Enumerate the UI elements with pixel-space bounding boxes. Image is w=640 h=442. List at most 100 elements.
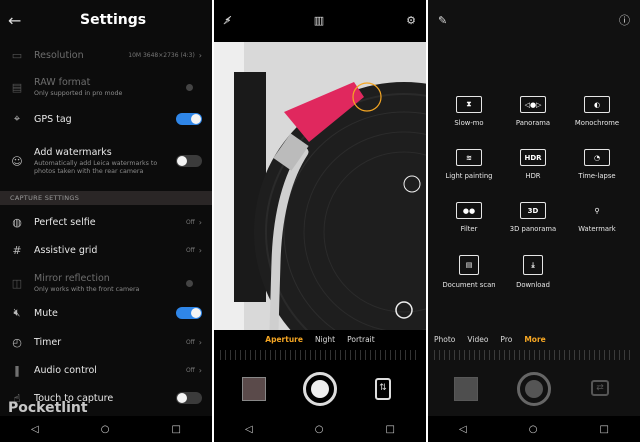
system-nav-bar: ◁ ○ □ [428, 416, 640, 442]
mode-aperture[interactable]: Aperture [265, 335, 303, 344]
filter-icon: ●● [456, 202, 482, 219]
tile-monochrome[interactable]: ◐ Monochrome [569, 96, 625, 127]
nav-back-icon[interactable]: ◁ [459, 424, 467, 435]
gps-toggle[interactable] [176, 113, 202, 125]
setting-label: Perfect selfie [34, 216, 96, 228]
mirror-icon: ◫ [11, 276, 23, 290]
setting-value: 10M 3648×2736 (4:3) [128, 51, 195, 59]
palette-icon: ◍ [12, 215, 22, 229]
arrow-left-icon[interactable]: ← [8, 11, 28, 30]
film-strip-icon[interactable]: ▥ [314, 14, 324, 27]
mute-toggle[interactable] [176, 307, 202, 319]
more-top-bar: ✎ ⓘ [428, 0, 640, 40]
audio-bars-icon: ‖ [14, 363, 20, 377]
turntable-photo [214, 42, 426, 330]
setting-mute[interactable]: 🔇︎ Mute [0, 302, 212, 324]
shutter-button[interactable] [517, 372, 551, 406]
tile-download[interactable]: ⤓ Download [505, 255, 561, 289]
tile-3d-panorama[interactable]: 3D 3D panorama [505, 202, 561, 233]
setting-audio-control[interactable]: ‖ Audio control Off › [0, 358, 212, 382]
hdr-icon: HDR [520, 149, 546, 166]
camera-mode-selector: Photo Video Pro More [428, 335, 640, 344]
nav-back-icon[interactable]: ◁ [245, 424, 253, 435]
chevron-right-icon: › [198, 50, 202, 60]
info-icon[interactable]: ⓘ [619, 12, 630, 28]
switch-camera-icon[interactable]: ⇅ [375, 378, 391, 400]
watermark-person-icon: ☺ [11, 154, 23, 168]
page-title: Settings [80, 12, 147, 28]
watermark-toggle[interactable] [176, 155, 202, 167]
tile-label: Slow-mo [454, 119, 484, 127]
mode-video[interactable]: Video [467, 335, 488, 344]
setting-mirror-reflection: ◫ Mirror reflection Only works with the … [0, 266, 212, 300]
tile-hdr[interactable]: HDR HDR [505, 149, 561, 180]
tile-label: Filter [460, 225, 478, 233]
mode-ruler [220, 350, 420, 360]
setting-label: Resolution [34, 49, 84, 61]
nav-recent-icon[interactable]: □ [386, 424, 395, 435]
setting-timer[interactable]: ◴ Timer Off › [0, 330, 212, 354]
setting-value: Off [185, 218, 195, 226]
monochrome-icon: ◐ [584, 96, 610, 113]
setting-assistive-grid[interactable]: # Assistive grid Off › [0, 238, 212, 262]
nav-recent-icon[interactable]: □ [172, 424, 181, 435]
setting-add-watermarks[interactable]: ☺ Add watermarks Automatically add Leica… [0, 136, 212, 186]
setting-description: Automatically add Leica watermarks to ph… [34, 159, 158, 175]
tile-label: Document scan [442, 281, 496, 289]
setting-label: Timer [34, 336, 62, 348]
tile-label: Watermark [578, 225, 616, 233]
chevron-right-icon: › [198, 217, 202, 227]
chevron-right-icon: › [198, 245, 202, 255]
nav-back-icon[interactable]: ◁ [31, 424, 39, 435]
mode-more[interactable]: More [524, 335, 545, 344]
tile-time-lapse[interactable]: ◔ Time-lapse [569, 149, 625, 180]
gear-icon[interactable]: ⚙︎ [406, 14, 416, 27]
camera-mode-selector: Aperture Night Portrait [214, 335, 426, 344]
nav-home-icon[interactable]: ○ [315, 424, 324, 435]
tile-filter[interactable]: ●● Filter [441, 202, 497, 233]
tile-document-scan[interactable]: ▤ Document scan [441, 255, 497, 289]
download-icon: ⤓ [523, 255, 543, 275]
gallery-thumbnail[interactable] [242, 377, 266, 401]
tile-label: HDR [525, 172, 541, 180]
light-painting-icon: ≋ [456, 149, 482, 166]
mode-photo[interactable]: Photo [434, 335, 455, 344]
tile-panorama[interactable]: ◁●▷ Panorama [505, 96, 561, 127]
section-header: CAPTURE SETTINGS [0, 191, 212, 205]
tile-light-painting[interactable]: ≋ Light painting [441, 149, 497, 180]
raw-icon: ▤ [11, 80, 23, 94]
mode-night[interactable]: Night [315, 335, 335, 344]
gallery-thumbnail[interactable] [454, 377, 478, 401]
mirror-toggle [176, 277, 202, 289]
setting-label: Add watermarks [34, 146, 112, 158]
edit-pencil-icon[interactable]: ✎ [438, 14, 447, 27]
mode-pro[interactable]: Pro [500, 335, 512, 344]
touch-capture-toggle[interactable] [176, 392, 202, 404]
hourglass-icon: ⧗ [456, 96, 482, 113]
tile-label: Time-lapse [578, 172, 616, 180]
camera-viewfinder[interactable] [214, 42, 426, 330]
setting-label: Assistive grid [34, 244, 98, 256]
tile-watermark[interactable]: ⚲ Watermark [569, 202, 625, 234]
document-icon: ▤ [459, 255, 479, 275]
setting-value: Off [185, 246, 195, 254]
nav-home-icon[interactable]: ○ [529, 424, 538, 435]
resolution-icon: ▭ [11, 48, 23, 62]
tile-label: Monochrome [574, 119, 620, 127]
panorama-icon: ◁●▷ [520, 96, 546, 113]
shutter-button[interactable] [303, 372, 337, 406]
nav-recent-icon[interactable]: □ [600, 424, 609, 435]
setting-label: RAW format [34, 76, 91, 88]
setting-value: Off [185, 338, 195, 346]
switch-camera-icon[interactable]: ⇄ [591, 380, 609, 396]
system-nav-bar: ◁ ○ □ [214, 416, 426, 442]
tile-label: Panorama [515, 119, 551, 127]
mode-portrait[interactable]: Portrait [347, 335, 375, 344]
setting-perfect-selfie[interactable]: ◍ Perfect selfie Off › [0, 210, 212, 234]
flash-off-icon[interactable]: ⚡︎̸ [224, 14, 232, 27]
setting-description: Only works with the front camera [34, 285, 140, 293]
mode-ruler [434, 350, 634, 360]
setting-gps-tag[interactable]: ⌖ GPS tag [0, 108, 212, 130]
tile-slow-mo[interactable]: ⧗ Slow-mo [441, 96, 497, 127]
nav-home-icon[interactable]: ○ [101, 424, 110, 435]
